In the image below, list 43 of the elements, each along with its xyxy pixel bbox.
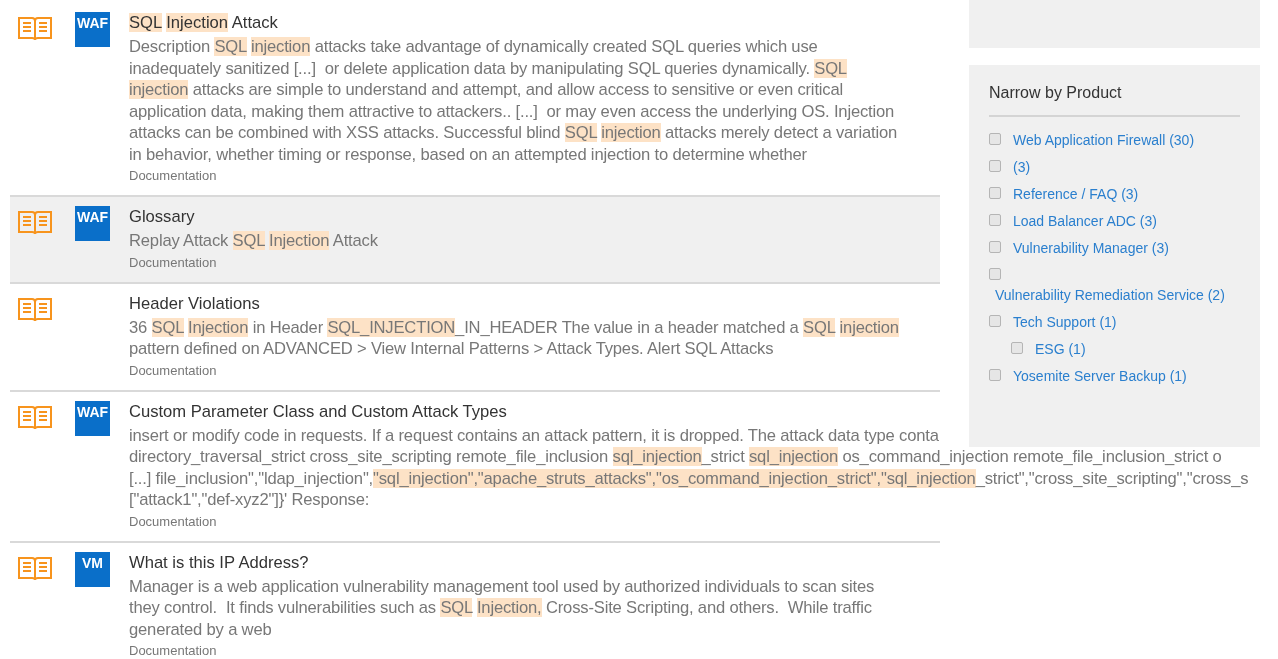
book-icon <box>18 17 52 43</box>
filter-checkbox[interactable] <box>989 214 1001 226</box>
filter-link[interactable]: Tech Support (1) <box>1013 313 1117 331</box>
result-category: Documentation <box>129 643 217 658</box>
filter-checkbox[interactable] <box>1011 342 1023 354</box>
book-icon <box>18 211 52 237</box>
filter-link[interactable]: Load Balancer ADC (3) <box>1013 212 1157 230</box>
product-tag: WAF <box>75 12 110 47</box>
product-tag: WAF <box>75 206 110 241</box>
filter-link[interactable]: Vulnerability Manager (3) <box>1013 239 1169 257</box>
result-category: Documentation <box>129 254 217 270</box>
filter-checkbox[interactable] <box>989 268 1001 280</box>
filter-checkbox[interactable] <box>989 369 1001 381</box>
filter-link[interactable]: Yosemite Server Backup (1) <box>1013 367 1187 385</box>
book-icon <box>18 405 52 432</box>
filter-link[interactable]: Reference / FAQ (3) <box>1013 185 1139 203</box>
filter-checkbox[interactable] <box>989 241 1001 253</box>
product-tag: VM <box>75 551 110 587</box>
result-snippet: 36 SQL Injection in Header SQL_INJECTION_IN_HEADER The value in a header matched a SQL injection pattern defined on ADVANCED > View Internal Patterns > Attack Types. Alert SQL Attacks <box>129 316 899 360</box>
filter-link[interactable]: Web Application Firewall (30) <box>1013 131 1195 149</box>
result-title[interactable]: Header Violations <box>129 293 260 313</box>
result-title[interactable]: SQL Injection Attack <box>129 13 278 32</box>
filter-link[interactable]: (3) <box>1013 158 1031 176</box>
result-title[interactable]: Custom Parameter Class and Custom Attack Types <box>129 401 507 421</box>
result-title[interactable]: What is this IP Address? <box>129 552 309 572</box>
book-icon <box>18 297 52 324</box>
result-category: Documentation <box>129 513 217 529</box>
filter-checkbox[interactable] <box>989 160 1001 172</box>
filter-link[interactable]: Vulnerability Remediation Service (2) <box>995 286 1240 304</box>
result-snippet: Manager is a web application vulnerability management tool used by authorized individuals to scan sites they control. It finds vulnerabilities such as SQL Injection, Cross-Site Scripting, and others. While traffic generated by a web <box>129 575 875 640</box>
result-snippet: Description SQL injection attacks take advantage of dynamically created SQL queries which use inadequately sanitized [...] or delete application data by manipulating SQL queries dynamically. SQL injection attacks are simple to understand and attempt, and allow access to sensitive or even critical application data, making them attractive to attackers.. [...] or may even access the underlying OS. Injection attacks can be combined with XSS attacks. Successful blind SQL injection attacks merely detect a variation in behavior, whether timing or response, based on an attempted injection to determine whether <box>129 36 897 165</box>
filter-checkbox[interactable] <box>989 315 1001 327</box>
panel-title: Narrow by Product <box>989 81 1240 117</box>
result-snippet: Replay Attack SQL Injection Attack <box>129 230 378 252</box>
result-category: Documentation <box>129 168 217 183</box>
result-snippet: insert or modify code in requests. If a request contains an attack pattern, it is dropped. The attack data type conta directory_traversal_strict cross_site_scripting remote_file_inclusion sql_injection_strict sql_injection os_command_injection remote_file_inclusion_strict o [...] file_inclusion","ldap_injection","sql_injection","apache_struts_attacks","os_command_injection_strict","sql_injection_strict","cross_site_scripting","cross_s ["attack1","def-xyz2"]}' Response: <box>129 424 1249 511</box>
filter-checkbox[interactable] <box>989 133 1001 145</box>
filter-link[interactable]: ESG (1) <box>1035 340 1086 358</box>
filter-checkbox[interactable] <box>989 187 1001 199</box>
product-tag: WAF <box>75 400 110 436</box>
result-category: Documentation <box>129 362 217 378</box>
book-icon <box>18 556 52 583</box>
result-title[interactable]: Glossary <box>129 207 195 226</box>
